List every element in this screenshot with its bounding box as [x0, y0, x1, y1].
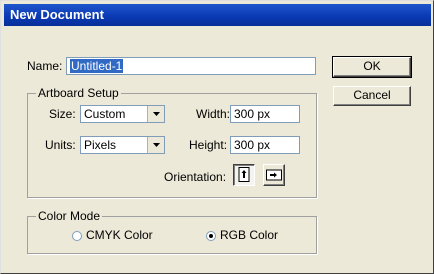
height-input[interactable]: 300 px: [230, 136, 300, 154]
units-select[interactable]: Pixels: [80, 136, 165, 154]
cancel-button[interactable]: Cancel: [333, 86, 411, 106]
rgb-label[interactable]: RGB Color: [220, 228, 278, 242]
width-label: Width:: [196, 107, 231, 121]
name-input[interactable]: Untitled-1: [66, 57, 316, 75]
portrait-orientation-icon: [238, 167, 250, 182]
rgb-radio[interactable]: [206, 231, 216, 241]
size-select[interactable]: Custom: [80, 105, 165, 123]
orientation-label: Orientation:: [164, 170, 227, 184]
dropdown-arrow-icon: [147, 137, 164, 153]
name-input-value: Untitled-1: [70, 59, 124, 73]
name-label: Name:: [27, 59, 63, 73]
width-input[interactable]: 300 px: [230, 105, 300, 123]
landscape-orientation-button[interactable]: [263, 164, 285, 186]
dropdown-arrow-icon: [147, 106, 164, 122]
height-label: Height:: [189, 138, 228, 152]
units-select-value: Pixels: [84, 138, 117, 152]
new-document-dialog: New Document Name: Untitled-1 OK Cancel …: [0, 0, 434, 274]
portrait-orientation-button[interactable]: [233, 164, 255, 186]
cmyk-radio[interactable]: [72, 231, 82, 241]
radio-selected-dot: [209, 234, 213, 238]
cmyk-label[interactable]: CMYK Color: [86, 228, 153, 242]
color-mode-legend: Color Mode: [36, 209, 103, 223]
units-label: Units:: [45, 138, 76, 152]
artboard-setup-legend: Artboard Setup: [36, 86, 121, 100]
ok-button[interactable]: OK: [332, 56, 412, 78]
size-select-value: Custom: [84, 107, 126, 121]
title-bar[interactable]: New Document: [4, 4, 431, 26]
size-label: Size:: [49, 107, 76, 121]
dialog-title: New Document: [10, 7, 104, 22]
landscape-orientation-icon: [266, 169, 282, 181]
